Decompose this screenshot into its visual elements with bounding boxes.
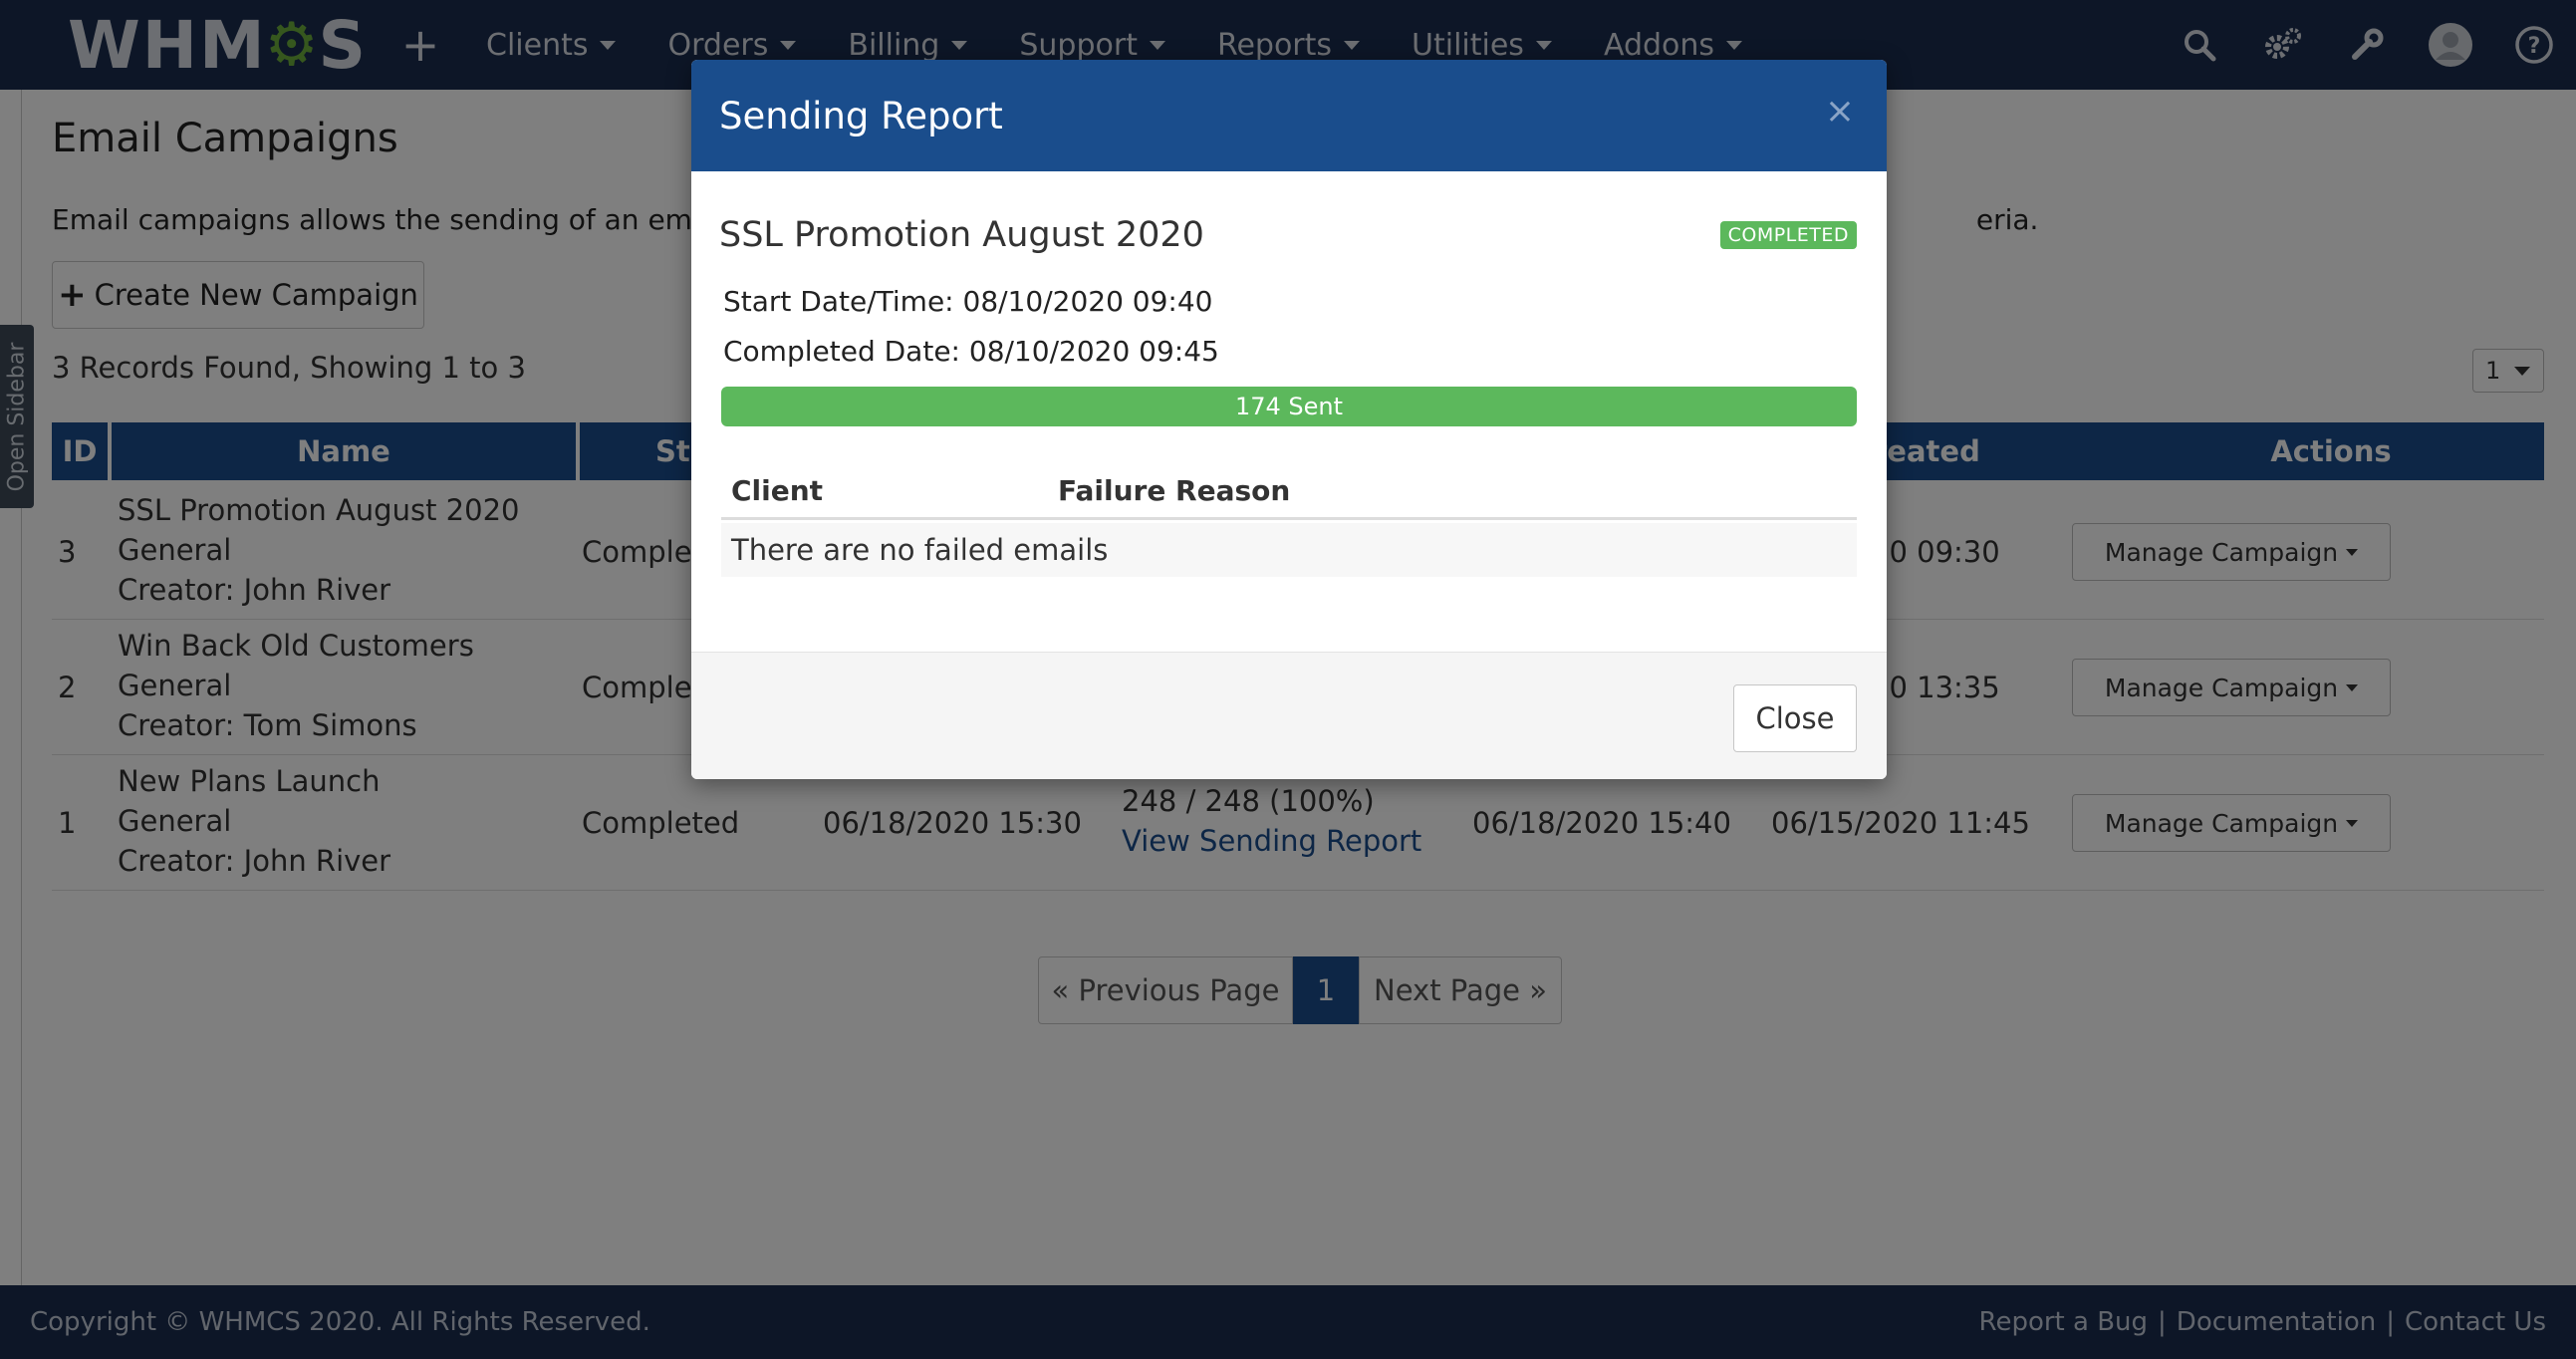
failures-table-header: Client Failure Reason xyxy=(721,464,1857,520)
modal-title: Sending Report xyxy=(719,94,1003,137)
modal-footer: Close xyxy=(691,652,1887,779)
close-button[interactable]: Close xyxy=(1733,684,1857,752)
sending-report-modal: Sending Report × SSL Promotion August 20… xyxy=(691,60,1887,779)
sending-progress-bar: 174 Sent xyxy=(721,387,1857,426)
progress-fill: 174 Sent xyxy=(721,387,1857,426)
modal-header: Sending Report × xyxy=(691,60,1887,171)
close-icon[interactable]: × xyxy=(1825,90,1855,134)
completed-date: Completed Date: 08/10/2020 09:45 xyxy=(723,335,1219,368)
th-client: Client xyxy=(731,474,824,507)
no-failures-message: There are no failed emails xyxy=(721,523,1857,577)
status-badge: COMPLETED xyxy=(1719,221,1857,249)
th-failure-reason: Failure Reason xyxy=(1058,474,1291,507)
campaign-name: SSL Promotion August 2020 xyxy=(719,215,1204,255)
modal-body: SSL Promotion August 2020 COMPLETED Star… xyxy=(691,171,1887,711)
start-datetime: Start Date/Time: 08/10/2020 09:40 xyxy=(723,285,1213,318)
